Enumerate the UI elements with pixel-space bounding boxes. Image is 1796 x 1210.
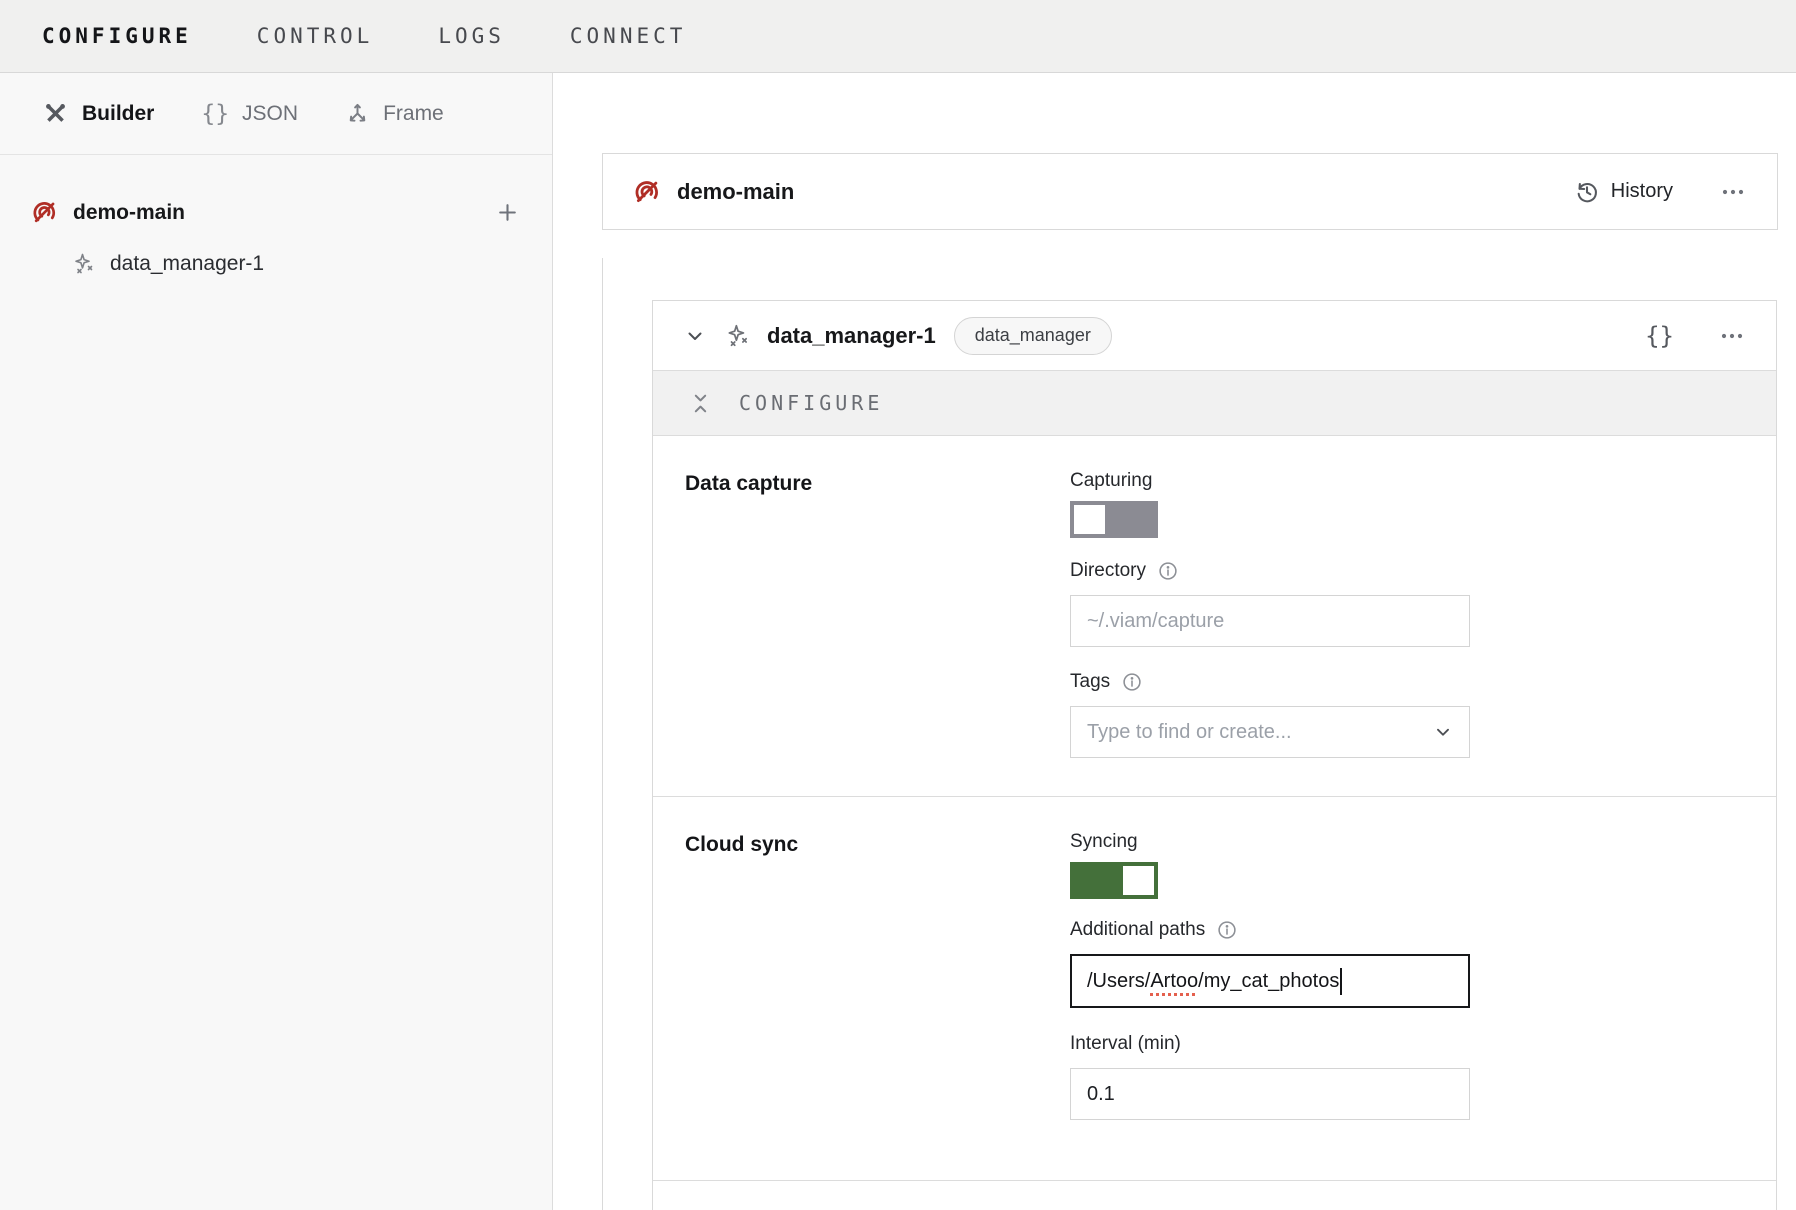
tree-item-machine[interactable]: demo-main xyxy=(0,199,552,226)
top-nav: CONFIGURE CONTROL LOGS CONNECT xyxy=(0,0,1796,73)
viewtab-frame[interactable]: Frame xyxy=(345,101,444,126)
tab-connect[interactable]: CONNECT xyxy=(570,24,687,48)
sparkles-icon xyxy=(725,323,751,349)
path-suffix: /my_cat_photos xyxy=(1198,970,1339,993)
machine-title: demo-main xyxy=(677,179,794,205)
tab-configure[interactable]: CONFIGURE xyxy=(42,24,192,48)
chevron-down-icon xyxy=(1432,721,1454,743)
data-capture-heading: Data capture xyxy=(685,470,1070,760)
sidebar: Builder {} JSON Frame xyxy=(0,73,553,1210)
machine-part-group: data_manager-1 data_manager {} xyxy=(602,258,1796,1210)
history-button[interactable]: History xyxy=(1574,179,1673,205)
capturing-label: Capturing xyxy=(1070,470,1470,492)
resource-tree: demo-main data_manager-1 xyxy=(0,155,552,276)
interval-input[interactable] xyxy=(1070,1068,1470,1120)
main-panel: demo-main History xyxy=(553,73,1796,1210)
viewtab-frame-label: Frame xyxy=(383,102,444,126)
text-cursor xyxy=(1340,968,1342,995)
history-clock-icon xyxy=(1574,179,1600,205)
info-icon[interactable] xyxy=(1157,560,1179,582)
tags-label: Tags xyxy=(1070,671,1470,693)
info-icon[interactable] xyxy=(1216,919,1238,941)
path-misspelled-word: Artoo xyxy=(1150,970,1198,993)
chevron-down-icon[interactable] xyxy=(683,324,707,348)
card-header: data_manager-1 data_manager {} xyxy=(653,301,1776,370)
syncing-label: Syncing xyxy=(1070,831,1470,853)
tree-machine-label: demo-main xyxy=(73,201,495,225)
machine-offline-icon xyxy=(633,178,661,206)
additional-paths-label: Additional paths xyxy=(1070,919,1470,941)
configure-bar-label: CONFIGURE xyxy=(739,391,883,415)
json-view-icon[interactable]: {} xyxy=(1645,322,1674,350)
tab-control[interactable]: CONTROL xyxy=(257,24,374,48)
tools-icon xyxy=(42,100,69,127)
tags-select[interactable]: Type to find or create... xyxy=(1070,706,1470,758)
card-title: data_manager-1 xyxy=(767,323,936,349)
configure-section-bar[interactable]: CONFIGURE xyxy=(653,370,1776,436)
next-section-stub xyxy=(653,1180,1776,1210)
history-label: History xyxy=(1611,180,1673,203)
tags-placeholder: Type to find or create... xyxy=(1087,721,1292,744)
interval-label: Interval (min) xyxy=(1070,1033,1470,1055)
cloud-sync-section: Cloud sync Syncing Additional paths xyxy=(653,796,1776,1180)
machine-menu-icon[interactable] xyxy=(1719,178,1747,206)
toggle-knob xyxy=(1074,505,1105,534)
path-prefix: /Users/ xyxy=(1087,970,1150,993)
directory-input[interactable] xyxy=(1070,595,1470,647)
braces-icon: {} xyxy=(201,101,229,127)
capturing-toggle[interactable] xyxy=(1070,501,1158,538)
machine-header-card: demo-main History xyxy=(602,153,1778,230)
viewtab-builder[interactable]: Builder xyxy=(42,100,154,127)
viewtab-builder-label: Builder xyxy=(82,102,154,126)
axes-icon xyxy=(345,101,370,126)
data-manager-card: data_manager-1 data_manager {} xyxy=(652,300,1777,1210)
viewtab-json[interactable]: {} JSON xyxy=(201,101,298,127)
info-icon[interactable] xyxy=(1121,671,1143,693)
data-capture-section: Data capture Capturing Directory xyxy=(653,436,1776,796)
directory-label: Directory xyxy=(1070,560,1470,582)
syncing-toggle[interactable] xyxy=(1070,862,1158,899)
card-menu-icon[interactable] xyxy=(1718,322,1746,350)
additional-paths-input[interactable]: /Users/Artoo/my_cat_photos xyxy=(1070,954,1470,1008)
tab-logs[interactable]: LOGS xyxy=(438,24,505,48)
toggle-knob xyxy=(1123,866,1154,895)
tree-component-label: data_manager-1 xyxy=(110,252,264,276)
viam-configure-page: CONFIGURE CONTROL LOGS CONNECT Builder {… xyxy=(0,0,1796,1210)
type-badge: data_manager xyxy=(954,317,1112,355)
machine-offline-icon xyxy=(31,199,58,226)
viewtab-json-label: JSON xyxy=(242,102,298,126)
view-mode-tabs: Builder {} JSON Frame xyxy=(0,73,552,155)
sparkles-icon xyxy=(72,252,96,276)
collapse-icon[interactable] xyxy=(689,392,712,415)
cloud-sync-heading: Cloud sync xyxy=(685,831,1070,1144)
tree-item-data-manager[interactable]: data_manager-1 xyxy=(0,252,552,276)
add-component-icon[interactable] xyxy=(495,200,520,225)
